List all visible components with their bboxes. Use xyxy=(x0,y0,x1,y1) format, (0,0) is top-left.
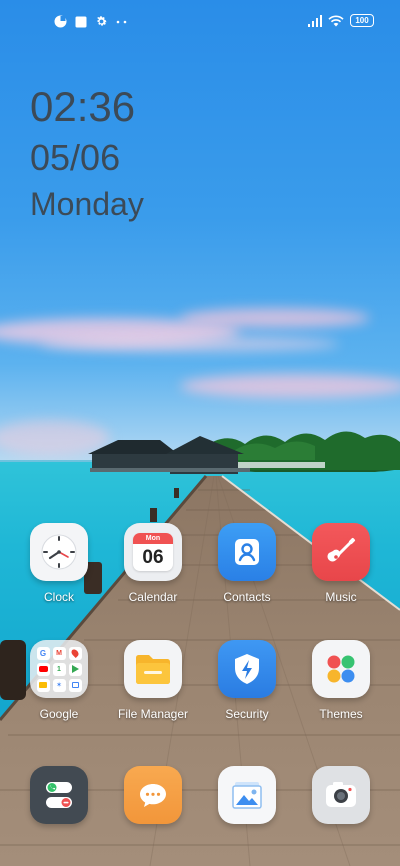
notification-app-icon xyxy=(54,15,67,28)
app-label-calendar: Calendar xyxy=(128,590,178,604)
shield-lightning-icon xyxy=(218,640,276,698)
app-google-folder[interactable]: G M 1 ✶ Google xyxy=(12,640,106,721)
widget-day: Monday xyxy=(30,186,144,222)
app-label-google: Google xyxy=(39,707,79,721)
notification-square-icon xyxy=(75,16,87,27)
app-themes[interactable]: Themes xyxy=(294,640,388,721)
dock-gallery[interactable] xyxy=(200,766,294,824)
app-label-music: Music xyxy=(325,590,357,604)
clock-app-icon xyxy=(30,523,88,581)
app-label-contacts: Contacts xyxy=(223,590,271,604)
message-bubble-icon xyxy=(124,766,182,824)
calendar-day-number: 06 xyxy=(142,547,164,568)
music-guitar-icon xyxy=(312,523,370,581)
folder-icon xyxy=(124,640,182,698)
camera-app-icon xyxy=(312,766,370,824)
battery-indicator: 100 xyxy=(350,14,374,27)
app-clock[interactable]: Clock xyxy=(12,523,106,604)
app-music[interactable]: Music xyxy=(294,523,388,604)
app-file-manager[interactable]: File Manager xyxy=(106,640,200,721)
dock-camera[interactable] xyxy=(294,766,388,824)
gallery-picture-icon xyxy=(218,766,276,824)
dock-messaging[interactable] xyxy=(106,766,200,824)
more-notifications-icon xyxy=(116,20,127,23)
calendar-weekday: Mon xyxy=(133,533,173,544)
app-label-themes: Themes xyxy=(319,707,363,721)
themes-dots-icon xyxy=(312,640,370,698)
phone-app-icon xyxy=(30,766,88,824)
google-folder-icon: G M 1 ✶ xyxy=(30,640,88,698)
app-label-clock: Clock xyxy=(43,590,74,604)
widget-date: 05/06 xyxy=(30,137,121,178)
calendar-app-icon: Mon 06 xyxy=(124,523,182,581)
clock-widget[interactable]: 02:36 05/06 Monday xyxy=(30,84,144,224)
signal-icon xyxy=(308,14,322,27)
widget-time: 02:36 xyxy=(30,83,136,130)
settings-gear-icon xyxy=(97,16,107,26)
dock-phone[interactable] xyxy=(12,766,106,824)
app-calendar[interactable]: Mon 06 Calendar xyxy=(106,523,200,604)
app-security[interactable]: Security xyxy=(200,640,294,721)
app-contacts[interactable]: Contacts xyxy=(200,523,294,604)
contacts-app-icon xyxy=(218,523,276,581)
app-label-file-manager: File Manager xyxy=(117,707,189,721)
wifi-icon xyxy=(328,15,344,26)
status-bar: 100 xyxy=(0,0,400,44)
app-label-security: Security xyxy=(225,707,269,721)
